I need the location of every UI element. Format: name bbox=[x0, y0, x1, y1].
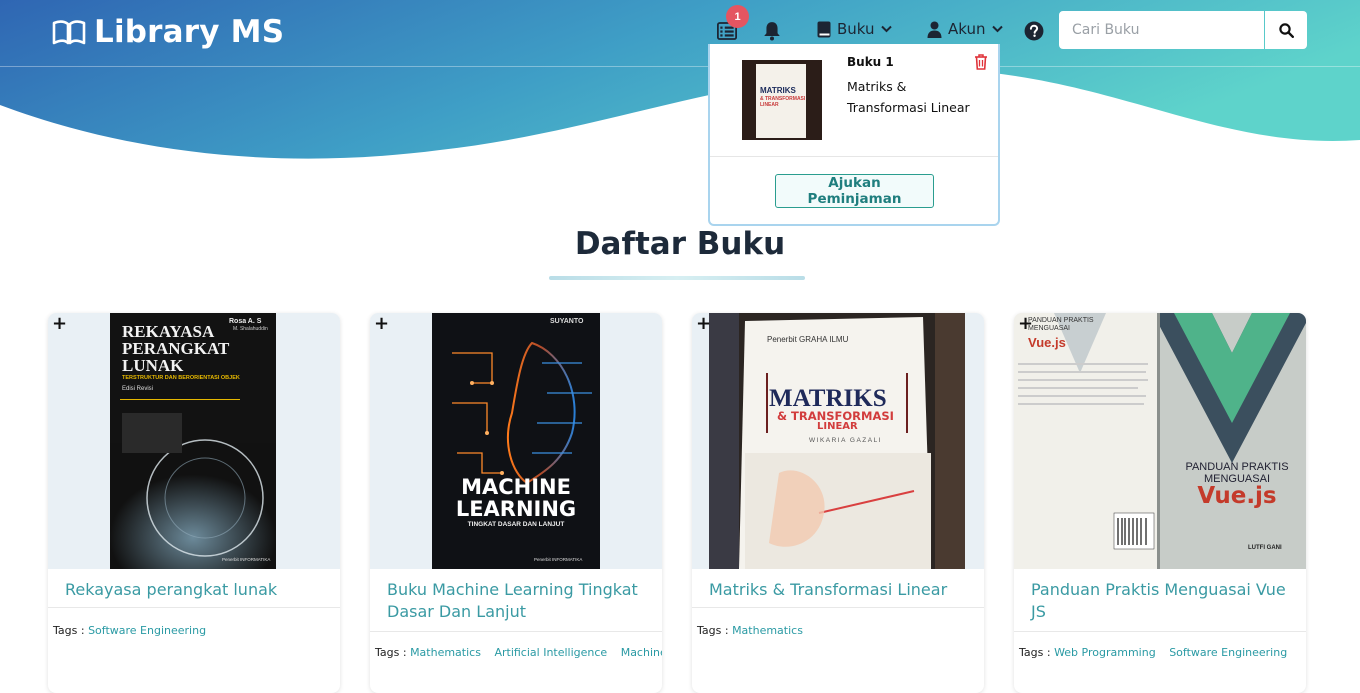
search-button[interactable] bbox=[1265, 11, 1307, 49]
book-tags: Tags : Mathematics bbox=[697, 624, 813, 637]
submit-loan-button[interactable]: Ajukan Peminjaman bbox=[775, 174, 934, 208]
brand-title: Library MS bbox=[94, 14, 285, 50]
cover-author: LUTFI GANI bbox=[1248, 545, 1282, 551]
book-tags: Tags : Mathematics Artificial Intelligen… bbox=[375, 646, 662, 659]
cart-divider bbox=[710, 156, 998, 157]
book-cover: + Rosa A. S M. Shalahuddin REKAYASA PERA… bbox=[48, 313, 340, 569]
book-tags: Tags : Software Engineering bbox=[53, 624, 216, 637]
tag[interactable]: Mathematics bbox=[732, 624, 803, 637]
cover-publisher: Penerbit GRAHA ILMU bbox=[767, 335, 849, 344]
book-card[interactable]: + Rosa A. S M. Shalahuddin REKAYASA PERA… bbox=[48, 313, 340, 693]
tag[interactable]: Artificial Intelligence bbox=[494, 646, 607, 659]
tag[interactable]: Software Engineering bbox=[88, 624, 206, 637]
book-icon bbox=[817, 21, 831, 37]
book-tags: Tags : Web Programming Software Engineer… bbox=[1019, 646, 1297, 659]
front-cover-title: PANDUAN PRAKTIS MENGUASAI bbox=[1185, 461, 1289, 485]
help-icon[interactable] bbox=[1024, 21, 1044, 41]
cover-title-line1: MACHINE bbox=[461, 475, 571, 499]
tags-label: Tags : bbox=[375, 646, 407, 659]
book-cover: + Penerbit GRAHA ILMU MATRIKS & TRANSFOR… bbox=[692, 313, 984, 569]
search-input[interactable] bbox=[1059, 11, 1264, 49]
bell-icon[interactable] bbox=[762, 21, 782, 41]
book-cover: + PANDUAN PRAKTIS MENGUASAI Vue.js PANDU… bbox=[1014, 313, 1306, 569]
cart-item-name: Matriks & Transformasi Linear bbox=[847, 79, 970, 115]
open-book-icon bbox=[52, 20, 86, 45]
chevron-down-icon bbox=[880, 25, 892, 33]
cover-subtitle: TINGKAT DASAR DAN LANJUT bbox=[467, 521, 565, 528]
books-menu-label: Buku bbox=[837, 20, 875, 38]
navbar-divider bbox=[0, 66, 1360, 67]
cover-author: WIKARIA GAZALI bbox=[809, 437, 883, 444]
add-icon[interactable]: + bbox=[1018, 315, 1033, 333]
tag[interactable]: Web Programming bbox=[1054, 646, 1156, 659]
cover-publisher: Penerbit INFORMATIKA bbox=[534, 557, 583, 562]
cart-dropdown: MATRIKS & TRANSFORMASI LINEAR Buku 1 Mat… bbox=[708, 44, 1000, 226]
cover-title-line1: REKAYASA bbox=[122, 322, 215, 341]
tags-label: Tags : bbox=[1019, 646, 1051, 659]
book-title[interactable]: Panduan Praktis Menguasai Vue JS bbox=[1031, 579, 1293, 623]
cover-author: Rosa A. S bbox=[229, 318, 262, 325]
books-menu[interactable]: Buku bbox=[817, 20, 892, 38]
cover-edition: Edisi Revisi bbox=[122, 386, 154, 392]
back-cover-vue: Vue.js bbox=[1028, 335, 1066, 350]
card-divider bbox=[48, 607, 340, 608]
cart-count-badge: 1 bbox=[726, 5, 749, 28]
add-icon[interactable]: + bbox=[696, 315, 711, 333]
book-cover: + SUYANTO MACHINE LEARNING TINGKAT DASAR… bbox=[370, 313, 662, 569]
cover-publisher: Penerbit INFORMATIKA bbox=[222, 557, 271, 562]
add-icon[interactable]: + bbox=[374, 315, 389, 333]
title-underline bbox=[549, 276, 805, 280]
book-card[interactable]: + SUYANTO MACHINE LEARNING TINGKAT DASAR… bbox=[370, 313, 662, 693]
tag[interactable]: Software Engineering bbox=[1169, 646, 1287, 659]
cover-subtitle: TERSTRUKTUR DAN BERORIENTASI OBJEK bbox=[122, 375, 240, 381]
front-cover-vue: Vue.js bbox=[1197, 483, 1277, 509]
brand[interactable]: Library MS bbox=[52, 14, 284, 50]
cover-author: SUYANTO bbox=[550, 318, 584, 325]
cart-item-title: Buku 1 bbox=[847, 55, 894, 69]
book-title[interactable]: Rekayasa perangkat lunak bbox=[65, 579, 327, 601]
cover-title-line3: LINEAR bbox=[817, 421, 858, 432]
thumbnail-subtitle: & TRANSFORMASI LINEAR bbox=[760, 96, 806, 108]
back-cover-title: PANDUAN PRAKTIS MENGUASAI bbox=[1028, 317, 1094, 332]
cover-author-2: M. Shalahuddin bbox=[233, 326, 268, 332]
book-title[interactable]: Matriks & Transformasi Linear bbox=[709, 579, 971, 601]
tags-label: Tags : bbox=[53, 624, 85, 637]
account-menu[interactable]: Akun bbox=[927, 20, 1003, 38]
cover-title-line2: LEARNING bbox=[455, 497, 577, 521]
cover-title-line2: PERANGKAT bbox=[122, 339, 230, 358]
card-divider bbox=[692, 607, 984, 608]
user-icon bbox=[927, 21, 942, 38]
add-icon[interactable]: + bbox=[52, 315, 67, 333]
card-divider bbox=[1014, 631, 1306, 632]
page-title: Daftar Buku bbox=[574, 226, 786, 262]
cart-item-thumbnail: MATRIKS & TRANSFORMASI LINEAR bbox=[742, 60, 822, 140]
search-icon bbox=[1278, 22, 1294, 38]
book-card[interactable]: + PANDUAN PRAKTIS MENGUASAI Vue.js PANDU… bbox=[1014, 313, 1306, 693]
cover-title-line3: LUNAK bbox=[122, 356, 184, 375]
book-card[interactable]: + Penerbit GRAHA ILMU MATRIKS & TRANSFOR… bbox=[692, 313, 984, 693]
tag[interactable]: Mathematics bbox=[410, 646, 481, 659]
card-divider bbox=[370, 631, 662, 632]
book-title[interactable]: Buku Machine Learning Tingkat Dasar Dan … bbox=[387, 579, 649, 623]
trash-icon[interactable] bbox=[974, 54, 988, 70]
chevron-down-icon bbox=[991, 25, 1003, 33]
account-menu-label: Akun bbox=[948, 20, 986, 38]
thumbnail-title: MATRIKS bbox=[760, 86, 796, 95]
tag[interactable]: Machine bbox=[621, 646, 662, 659]
tags-label: Tags : bbox=[697, 624, 729, 637]
